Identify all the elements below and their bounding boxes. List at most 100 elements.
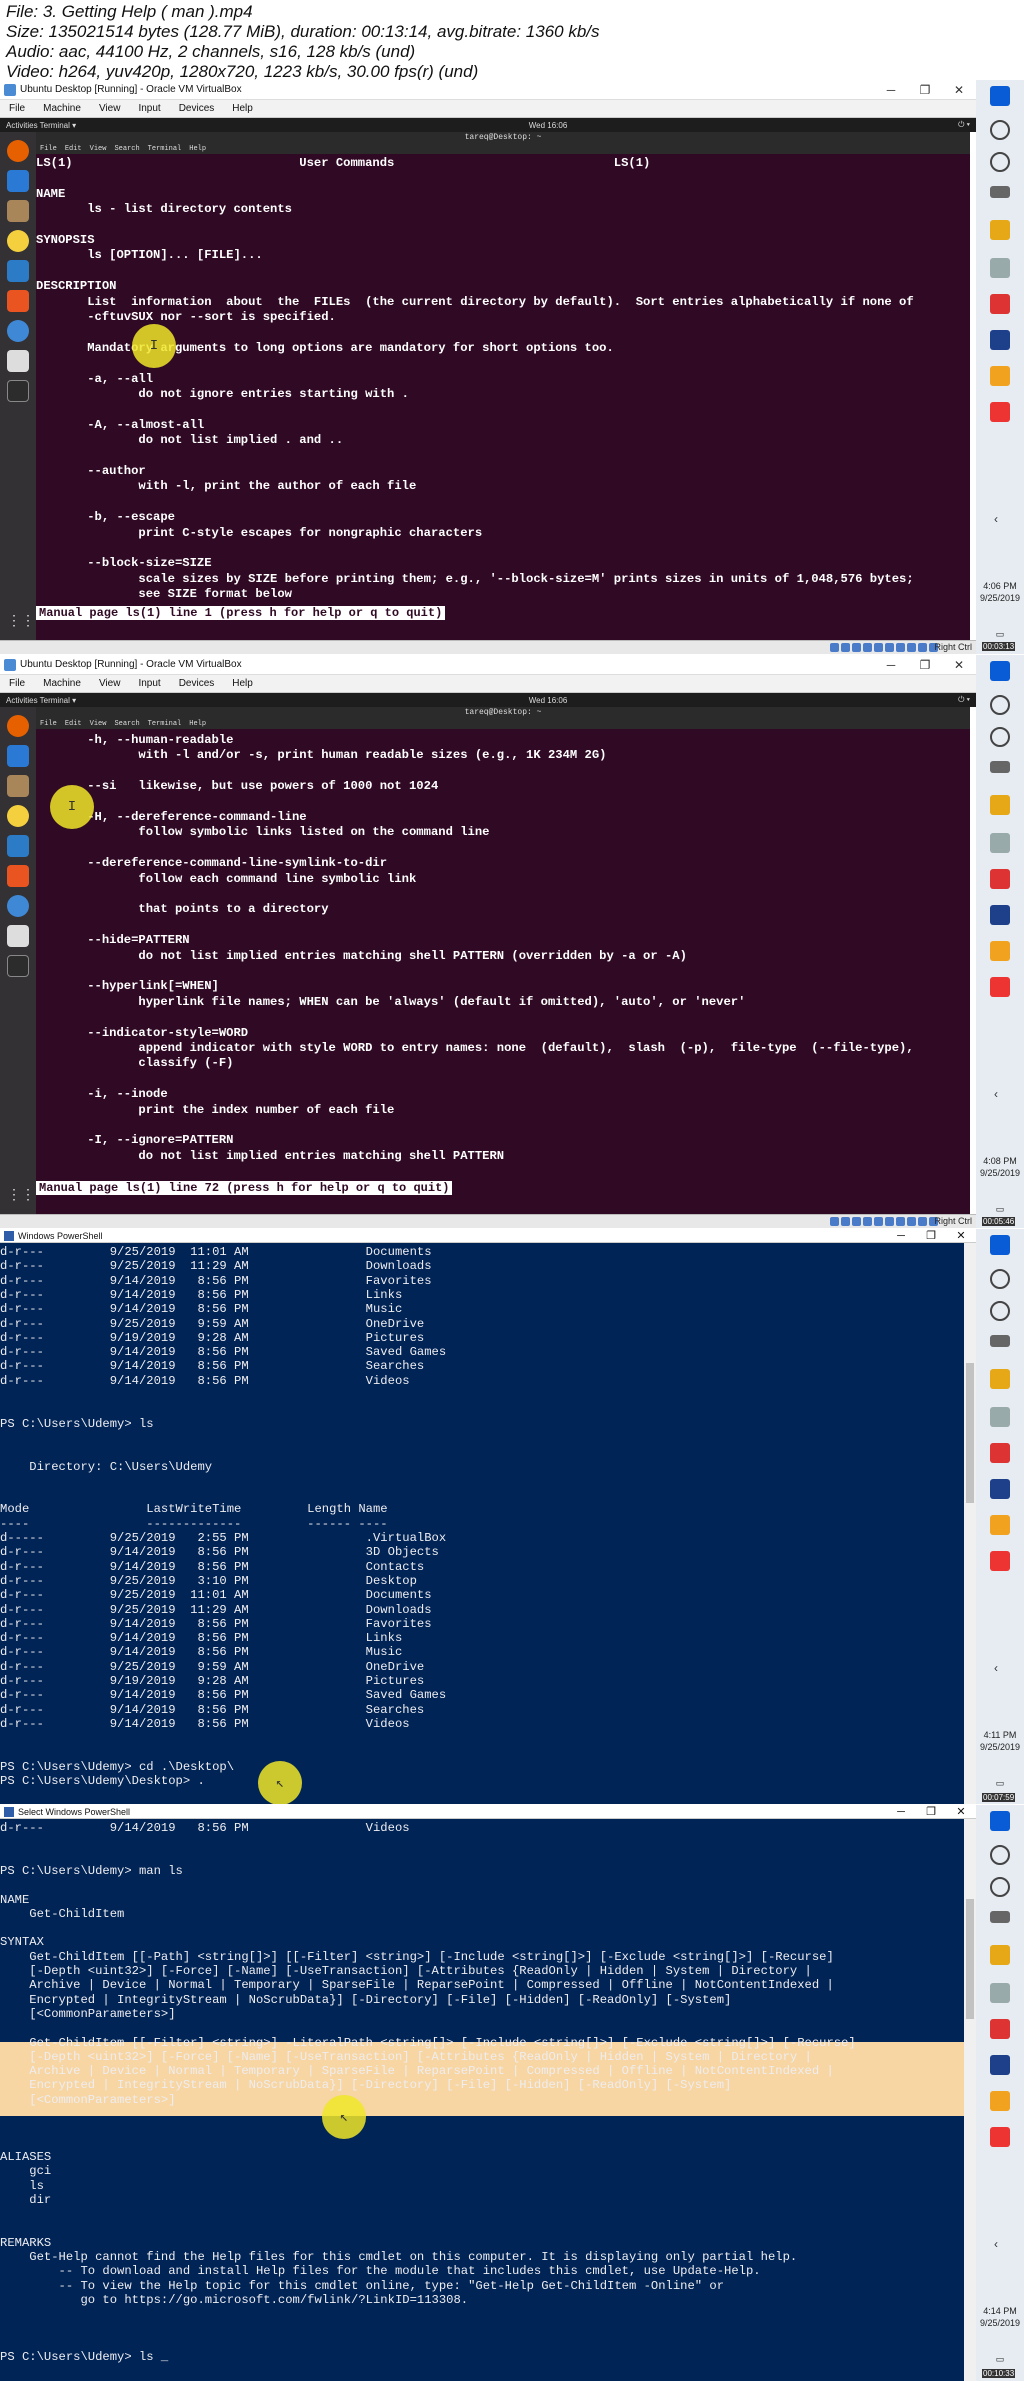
tools-icon[interactable] — [990, 833, 1010, 853]
system-menu-icon[interactable]: ⏻ ▾ — [890, 695, 970, 705]
system-menu-icon[interactable]: ⏻ ▾ — [890, 120, 970, 130]
menu-view[interactable]: View — [90, 678, 130, 689]
thunderbird-icon[interactable] — [7, 170, 29, 192]
terminal-icon[interactable] — [7, 380, 29, 402]
close-icon[interactable]: ✕ — [946, 1229, 976, 1242]
software-icon[interactable] — [7, 290, 29, 312]
file-explorer-icon[interactable] — [990, 795, 1010, 815]
firefox-icon[interactable] — [7, 140, 29, 162]
chevron-up-icon[interactable]: ‹ — [994, 512, 998, 526]
writer-icon[interactable] — [7, 260, 29, 282]
pdf-icon[interactable] — [990, 294, 1010, 314]
chevron-up-icon[interactable]: ‹ — [994, 1661, 998, 1675]
powershell-taskbar-icon[interactable] — [990, 1479, 1010, 1499]
taskbar-clock[interactable]: 4:06 PM 9/25/2019 — [976, 580, 1024, 604]
restore-icon[interactable]: ❐ — [916, 1229, 946, 1242]
app-icon[interactable] — [990, 2127, 1010, 2147]
restore-icon[interactable]: ❐ — [908, 83, 942, 97]
tools-icon[interactable] — [990, 1407, 1010, 1427]
writer-icon[interactable] — [7, 835, 29, 857]
minimize-icon[interactable]: ─ — [886, 1230, 916, 1242]
notification-icon[interactable]: ▭ — [976, 2353, 1024, 2365]
show-apps-icon[interactable]: ⋮⋮ — [7, 612, 35, 634]
term-menu-terminal[interactable]: Terminal — [144, 719, 186, 729]
vlc-icon[interactable] — [990, 1515, 1010, 1535]
scrollbar[interactable] — [964, 1819, 976, 2381]
powershell-icon[interactable] — [990, 905, 1010, 925]
vlc-icon[interactable] — [990, 2091, 1010, 2111]
powershell-icon[interactable] — [990, 330, 1010, 350]
term-menu-view[interactable]: View — [86, 144, 111, 154]
start-icon[interactable] — [990, 1811, 1010, 1831]
search-icon[interactable] — [990, 1845, 1010, 1865]
menu-devices[interactable]: Devices — [170, 103, 224, 114]
minimize-icon[interactable]: ─ — [874, 83, 908, 97]
file-explorer-icon[interactable] — [990, 220, 1010, 240]
app-icon[interactable] — [990, 1551, 1010, 1571]
pdf-icon[interactable] — [990, 2019, 1010, 2039]
term-menu-edit[interactable]: Edit — [61, 144, 86, 154]
activities-button[interactable]: Activities — [6, 121, 38, 130]
notification-icon[interactable]: ▭ — [976, 628, 1024, 640]
vlc-icon[interactable] — [990, 941, 1010, 961]
pdf-icon[interactable] — [990, 1443, 1010, 1463]
amazon-icon[interactable] — [7, 350, 29, 372]
files-icon[interactable] — [7, 200, 29, 222]
files-icon[interactable] — [7, 775, 29, 797]
cortana-icon[interactable] — [990, 1301, 1010, 1321]
close-icon[interactable]: ✕ — [946, 1805, 976, 1818]
thunderbird-icon[interactable] — [7, 745, 29, 767]
term-menu-edit[interactable]: Edit — [61, 719, 86, 729]
firefox-icon[interactable] — [7, 715, 29, 737]
menu-file[interactable]: File — [0, 678, 34, 689]
terminal-app-menu[interactable]: Terminal ▾ — [40, 696, 76, 705]
menu-input[interactable]: Input — [129, 678, 169, 689]
file-explorer-icon[interactable] — [990, 1945, 1010, 1965]
powershell-taskbar-icon[interactable] — [990, 2055, 1010, 2075]
notification-icon[interactable]: ▭ — [976, 1203, 1024, 1215]
restore-icon[interactable]: ❐ — [916, 1805, 946, 1818]
minimize-icon[interactable]: ─ — [886, 1806, 916, 1818]
amazon-icon[interactable] — [7, 925, 29, 947]
file-explorer-icon[interactable] — [990, 1369, 1010, 1389]
term-menu-file[interactable]: File — [36, 144, 61, 154]
menu-machine[interactable]: Machine — [34, 678, 90, 689]
restore-icon[interactable]: ❐ — [908, 658, 942, 672]
vlc-icon[interactable] — [990, 366, 1010, 386]
taskbar-clock[interactable]: 4:08 PM 9/25/2019 — [976, 1155, 1024, 1179]
menu-devices[interactable]: Devices — [170, 678, 224, 689]
menu-machine[interactable]: Machine — [34, 103, 90, 114]
activities-button[interactable]: Activities — [6, 696, 38, 705]
menu-input[interactable]: Input — [129, 103, 169, 114]
cortana-icon[interactable] — [990, 152, 1010, 172]
task-view-icon[interactable] — [990, 761, 1010, 773]
start-icon[interactable] — [990, 86, 1010, 106]
show-apps-icon[interactable]: ⋮⋮ — [7, 1186, 35, 1208]
menu-view[interactable]: View — [90, 103, 130, 114]
menu-file[interactable]: File — [0, 103, 34, 114]
tools-icon[interactable] — [990, 258, 1010, 278]
help-icon[interactable] — [7, 895, 29, 917]
close-icon[interactable]: ✕ — [942, 83, 976, 97]
close-icon[interactable]: ✕ — [942, 658, 976, 672]
chevron-up-icon[interactable]: ‹ — [994, 2237, 998, 2251]
term-menu-help[interactable]: Help — [185, 719, 210, 729]
task-view-icon[interactable] — [990, 1911, 1010, 1923]
task-view-icon[interactable] — [990, 1335, 1010, 1347]
pdf-icon[interactable] — [990, 869, 1010, 889]
chevron-up-icon[interactable]: ‹ — [994, 1087, 998, 1101]
ubuntu-clock[interactable]: Wed 16:06 — [266, 696, 890, 705]
cortana-icon[interactable] — [990, 1877, 1010, 1897]
term-menu-file[interactable]: File — [36, 719, 61, 729]
app-icon[interactable] — [990, 977, 1010, 997]
menu-help[interactable]: Help — [223, 678, 262, 689]
software-icon[interactable] — [7, 865, 29, 887]
start-icon[interactable] — [990, 1235, 1010, 1255]
term-menu-help[interactable]: Help — [185, 144, 210, 154]
search-icon[interactable] — [990, 120, 1010, 140]
minimize-icon[interactable]: ─ — [874, 658, 908, 672]
start-icon[interactable] — [990, 661, 1010, 681]
taskbar-clock[interactable]: 4:14 PM 9/25/2019 — [976, 2305, 1024, 2329]
rhythmbox-icon[interactable] — [7, 230, 29, 252]
search-icon[interactable] — [990, 695, 1010, 715]
